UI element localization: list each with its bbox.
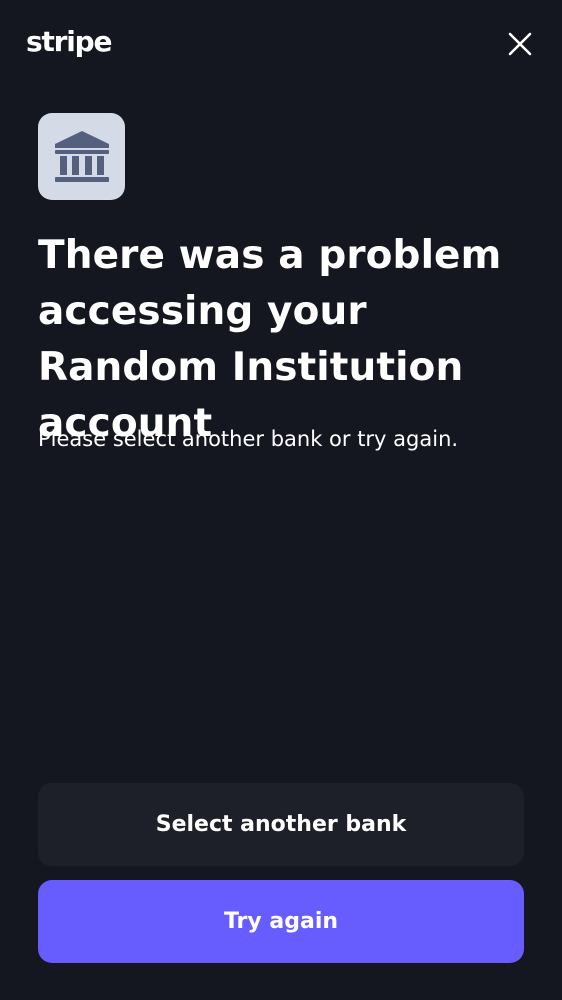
select-another-bank-button[interactable]: Select another bank (38, 783, 524, 866)
close-button[interactable] (506, 30, 534, 58)
close-icon (508, 32, 532, 56)
try-again-button[interactable]: Try again (38, 880, 524, 963)
bank-icon (54, 130, 109, 182)
error-title: There was a problem accessing your Rando… (38, 233, 502, 446)
error-message: Please select another bank or try again. (38, 427, 459, 451)
stripe-logo: stripe (26, 25, 113, 58)
institution-tile (38, 113, 125, 200)
